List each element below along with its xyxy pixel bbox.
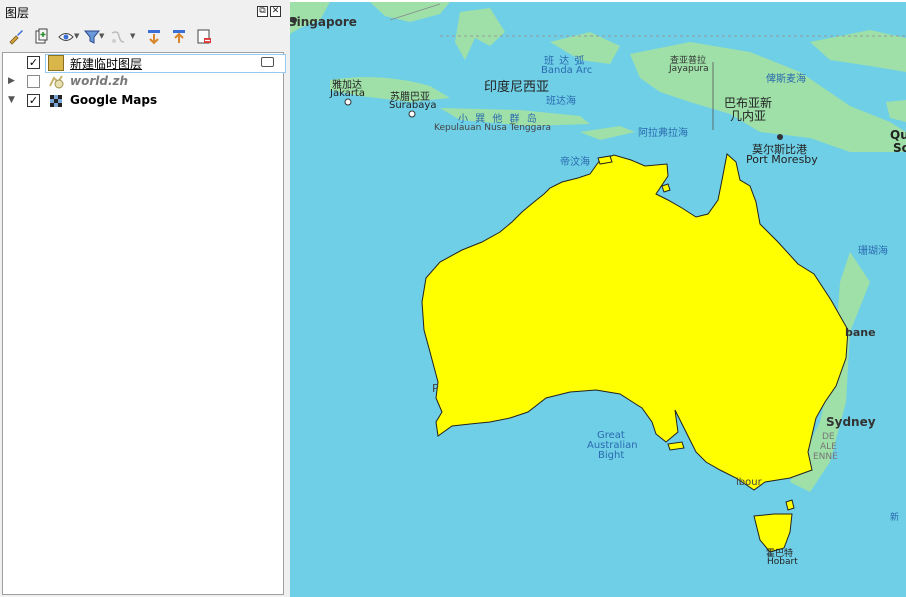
- map-canvas[interactable]: Singapore 班 达 弧 Banda Arc 查亚普拉 Jayapura …: [290, 2, 906, 597]
- groote-island: [661, 183, 671, 193]
- layer-visibility-checkbox[interactable]: [27, 75, 40, 88]
- map-label-png-line2: 几内亚: [730, 109, 767, 123]
- panel-titlebar: 图层 ⧉ ✕: [0, 0, 286, 24]
- filter-dropdown-arrow-icon[interactable]: ▼: [99, 32, 104, 40]
- layer-visibility-checkbox[interactable]: ✓: [27, 94, 40, 107]
- remove-layer-icon[interactable]: [194, 27, 214, 47]
- map-label-timor-sea: 帝汶海: [560, 157, 590, 168]
- polygon-symbol-icon: [48, 55, 64, 71]
- collapse-all-icon[interactable]: [169, 27, 189, 47]
- layers-panel: 图层 ⧉ ✕ ▼ ▼ ▼ ✓ 新建临时图层 ▶ world.zh ▼ ✓ Goo…: [0, 0, 286, 597]
- map-label-jakarta-en: Jakarta: [330, 88, 365, 99]
- visibility-dropdown-arrow-icon[interactable]: ▼: [74, 32, 79, 40]
- map-label-arafura-sea: 阿拉弗拉海: [638, 128, 688, 139]
- layer-visibility-checkbox[interactable]: ✓: [27, 56, 40, 69]
- vector-layer-icon: [48, 74, 64, 90]
- basemap-drawing: [290, 2, 906, 553]
- layer-row-temporary[interactable]: ✓ 新建临时图层: [3, 53, 286, 73]
- layers-toolbar: ▼ ▼ ▼: [0, 24, 286, 50]
- map-label-perth: P: [432, 382, 439, 395]
- map-label-lesser-sunda-en: Kepulauan Nusa Tenggara: [434, 123, 552, 133]
- close-panel-button[interactable]: ✕: [270, 6, 281, 17]
- add-group-icon[interactable]: [31, 27, 51, 47]
- map-label-coral-sea: 珊瑚海: [858, 246, 888, 257]
- layer-name: Google Maps: [70, 93, 158, 107]
- temporary-memory-layer-icon[interactable]: [261, 57, 274, 67]
- map-label-nsw-2: ALE: [820, 442, 837, 452]
- map-label-jayapura-en: Jayapura: [669, 64, 709, 74]
- style-brush-icon[interactable]: [6, 27, 26, 47]
- map-label-banda-arc-en: Banda Arc: [541, 65, 593, 76]
- map-label-bismarck-sea: 俾斯麦海: [766, 74, 806, 85]
- map-label-singapore: Singapore: [290, 15, 357, 29]
- map-label-nsw-3: ENNE: [813, 452, 838, 462]
- map-label-indonesia: 印度尼西亚: [484, 80, 550, 95]
- layer-row-world[interactable]: ▶ world.zh: [3, 72, 283, 91]
- map-label-melbourne: lbour: [736, 477, 762, 488]
- float-panel-button[interactable]: ⧉: [257, 6, 268, 17]
- collapse-arrow-icon[interactable]: ▼: [8, 95, 18, 105]
- expression-dropdown-arrow-icon: ▼: [130, 32, 136, 40]
- map-label-hobart-en: Hobart: [767, 557, 798, 567]
- map-label-nsw-1: DE: [822, 432, 835, 442]
- surabaya-point: [408, 110, 416, 118]
- expand-all-icon[interactable]: [144, 27, 164, 47]
- map-label-so: So: [893, 141, 906, 155]
- map-label-gab-line3: Bight: [598, 450, 625, 461]
- flinders-island: [785, 499, 795, 511]
- map-label-banda-sea: 班达海: [546, 96, 576, 107]
- port-moresby-point: [777, 134, 783, 140]
- expand-arrow-icon[interactable]: ▶: [8, 76, 18, 86]
- layer-name: 新建临时图层: [70, 57, 143, 71]
- map-label-port-moresby-en: Port Moresby: [746, 153, 818, 166]
- map-label-edge: 新: [890, 513, 900, 523]
- layer-row-google-maps[interactable]: ▼ ✓ Google Maps: [3, 91, 283, 110]
- jakarta-point: [344, 98, 352, 106]
- layer-name: world.zh: [70, 74, 129, 88]
- land-solomon-edge: [886, 100, 906, 122]
- map-label-brisbane: bane: [845, 326, 876, 339]
- map-label-qu: Qu: [890, 128, 906, 142]
- map-label-surabaya-en: Surabaya: [389, 100, 437, 111]
- melville-island: [597, 155, 613, 165]
- visibility-eye-icon[interactable]: [56, 27, 76, 47]
- kangaroo-island: [667, 441, 685, 451]
- layer-tree: ✓ 新建临时图层 ▶ world.zh ▼ ✓ Google Maps: [2, 52, 286, 595]
- map-label-sydney: Sydney: [826, 415, 876, 429]
- raster-layer-icon: [48, 93, 64, 109]
- land-timor: [580, 126, 635, 140]
- filter-expression-icon: [108, 27, 128, 47]
- land-sulawesi: [455, 8, 505, 60]
- panel-title: 图层: [5, 6, 30, 20]
